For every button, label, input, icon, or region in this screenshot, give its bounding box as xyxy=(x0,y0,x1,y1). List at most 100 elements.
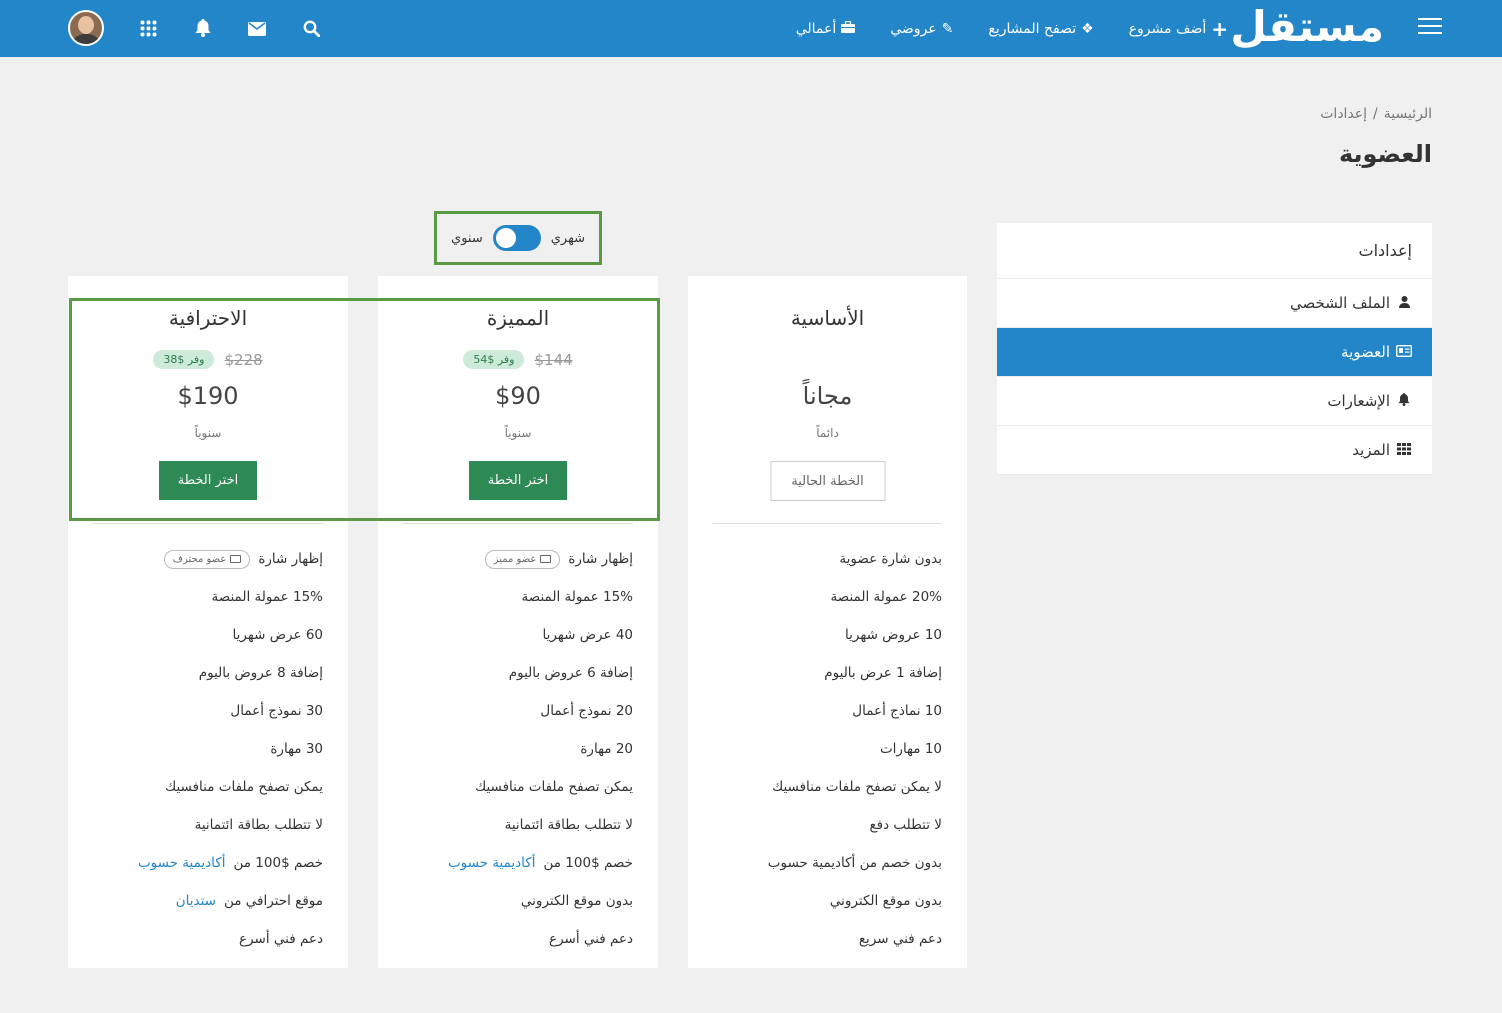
breadcrumb-settings[interactable]: إعدادات xyxy=(1320,106,1367,122)
edit-icon: ✎ xyxy=(941,20,954,37)
sidebar-item-notifications-label: الإشعارات xyxy=(1327,392,1390,410)
plan-price: مجاناً xyxy=(802,382,853,410)
plan-price: $190 xyxy=(177,382,239,410)
plus-icon: + xyxy=(1211,16,1228,41)
feature-item: 40 عرض شهريا xyxy=(542,627,633,643)
briefcase-icon xyxy=(841,20,856,37)
feature-item: يمكن تصفح ملفات منافسيك xyxy=(475,779,633,795)
user-avatar[interactable] xyxy=(68,10,104,46)
choose-plan-button[interactable]: اختر الخطة xyxy=(159,461,257,500)
plan-title: المميزة xyxy=(486,306,550,330)
plan-card-featured: المميزة $144 وفر $54 $90 سنوياً اختر الخ… xyxy=(378,276,658,968)
feature-badge-text: إظهار شارة xyxy=(258,551,323,567)
plan-price: $90 xyxy=(495,382,541,410)
feature-item: لا تتطلب بطاقة ائتمانية xyxy=(504,817,633,833)
sidebar-item-membership-label: العضوية xyxy=(1341,343,1390,361)
nav-add-project-label: أضف مشروع xyxy=(1128,20,1207,37)
save-badge: وفر $38 xyxy=(153,350,215,369)
feature-item: 30 نموذج أعمال xyxy=(230,703,323,719)
feature-item: بدون موقع الكتروني xyxy=(520,893,633,909)
plan-period: سنوياً xyxy=(194,426,222,440)
feature-item: بدون شارة عضوية xyxy=(839,551,942,567)
feature-item-badge: إظهار شارة عضو مميز xyxy=(398,540,633,578)
choose-plan-button[interactable]: اختر الخطة xyxy=(469,461,567,500)
old-price-row: $228 وفر $38 xyxy=(68,350,348,369)
current-plan-button[interactable]: الخطة الحالية xyxy=(770,461,885,501)
apps-grid-icon[interactable] xyxy=(140,20,157,41)
settings-sidebar: إعدادات الملف الشخصي العضوية الإشعارات ا… xyxy=(997,223,1432,475)
nav-browse-projects[interactable]: ❖ تصفح المشاريع xyxy=(988,21,1093,37)
id-card-icon xyxy=(1395,344,1413,360)
plan-period: دائماً xyxy=(816,426,839,440)
feature-item: بدون خصم من أكاديمية حسوب xyxy=(767,855,942,871)
feature-item: 60 عرض شهريا xyxy=(232,627,323,643)
feature-item-badge: إظهار شارة عضو محترف xyxy=(88,540,323,578)
breadcrumb-separator: / xyxy=(1373,106,1378,122)
divider xyxy=(713,523,942,524)
bell-icon[interactable] xyxy=(195,19,211,41)
feature-item: دعم فني أسرع xyxy=(549,931,633,947)
bell-icon xyxy=(1396,393,1412,409)
id-card-icon xyxy=(540,555,552,563)
nav-my-bids-label: عروضي xyxy=(890,20,937,37)
feature-item: 10 مهارات xyxy=(879,741,942,757)
feature-item: 10 عروض شهريا xyxy=(845,627,942,643)
academy-link[interactable]: أكاديمية حسوب xyxy=(448,855,536,871)
old-price-row: $144 وفر $54 xyxy=(378,350,658,369)
feature-item-discount: خصم $100 من أكاديمية حسوب xyxy=(88,844,323,882)
member-badge: عضو محترف xyxy=(163,549,251,569)
sidebar-item-profile-label: الملف الشخصي xyxy=(1290,294,1390,312)
old-price: $144 xyxy=(534,350,573,369)
feature-item: 10 نماذج أعمال xyxy=(852,703,942,719)
main-nav: + أضف مشروع ❖ تصفح المشاريع ✎ عروضي أعما… xyxy=(796,0,1228,57)
nav-browse-projects-label: تصفح المشاريع xyxy=(988,20,1077,37)
nav-my-work[interactable]: أعمالي xyxy=(795,20,856,37)
breadcrumb: الرئيسية / إعدادات xyxy=(1320,106,1432,122)
feature-item: إضافة 8 عروض باليوم xyxy=(198,665,323,681)
breadcrumb-home[interactable]: الرئيسية xyxy=(1384,106,1432,122)
sidebar-item-profile[interactable]: الملف الشخصي xyxy=(997,279,1432,328)
academy-link[interactable]: أكاديمية حسوب xyxy=(138,855,226,871)
sidebar-item-notifications[interactable]: الإشعارات xyxy=(997,377,1432,426)
old-price: $228 xyxy=(224,350,263,369)
feature-item-discount: خصم $100 من أكاديمية حسوب xyxy=(398,844,633,882)
member-badge: عضو مميز xyxy=(484,549,561,569)
feature-item: 15% عمولة المنصة xyxy=(211,589,323,605)
stdyan-link[interactable]: ستديان xyxy=(176,893,216,909)
sidebar-item-membership[interactable]: العضوية xyxy=(997,328,1432,377)
id-card-icon xyxy=(230,555,242,563)
billing-switch[interactable] xyxy=(492,225,541,251)
save-badge: وفر $54 xyxy=(463,350,525,369)
search-icon[interactable] xyxy=(303,20,321,41)
menu-icon[interactable] xyxy=(1418,18,1442,38)
website-text: موقع احترافي من xyxy=(223,893,323,909)
sidebar-heading: إعدادات xyxy=(997,223,1432,279)
plan-title: الاحترافية xyxy=(168,306,248,330)
member-badge-label: عضو مميز xyxy=(493,553,537,565)
feature-badge-text: إظهار شارة xyxy=(568,551,633,567)
envelope-icon[interactable] xyxy=(248,21,266,40)
feature-item: 30 مهارة xyxy=(270,741,323,757)
billing-toggle: سنوي شهري xyxy=(434,211,602,265)
nav-my-work-label: أعمالي xyxy=(795,20,837,37)
plan-card-basic: الأساسية مجاناً دائماً الخطة الحالية بدو… xyxy=(688,276,967,968)
feature-item: 15% عمولة المنصة xyxy=(521,589,633,605)
feature-item: إضافة 6 عروض باليوم xyxy=(508,665,633,681)
site-logo[interactable]: مستقل xyxy=(1230,2,1384,52)
feature-item: دعم فني سريع xyxy=(858,931,942,947)
monthly-label[interactable]: شهري xyxy=(551,231,585,246)
nav-my-bids[interactable]: ✎ عروضي xyxy=(890,21,953,37)
yearly-label[interactable]: سنوي xyxy=(451,231,483,246)
divider xyxy=(93,523,323,524)
plan-period: سنوياً xyxy=(504,426,532,440)
discount-text: خصم $100 من xyxy=(543,855,633,871)
feature-item: 20 نموذج أعمال xyxy=(540,703,633,719)
member-badge-label: عضو محترف xyxy=(172,553,227,565)
feature-item: إضافة 1 عرض باليوم xyxy=(824,665,942,681)
discount-text: خصم $100 من xyxy=(233,855,323,871)
feature-item: لا تتطلب دفع xyxy=(869,817,942,833)
sidebar-item-more[interactable]: المزيد xyxy=(997,426,1432,475)
feature-item: بدون موقع الكتروني xyxy=(829,893,942,909)
nav-add-project[interactable]: + أضف مشروع xyxy=(1128,16,1228,41)
feature-item: 20 مهارة xyxy=(580,741,633,757)
